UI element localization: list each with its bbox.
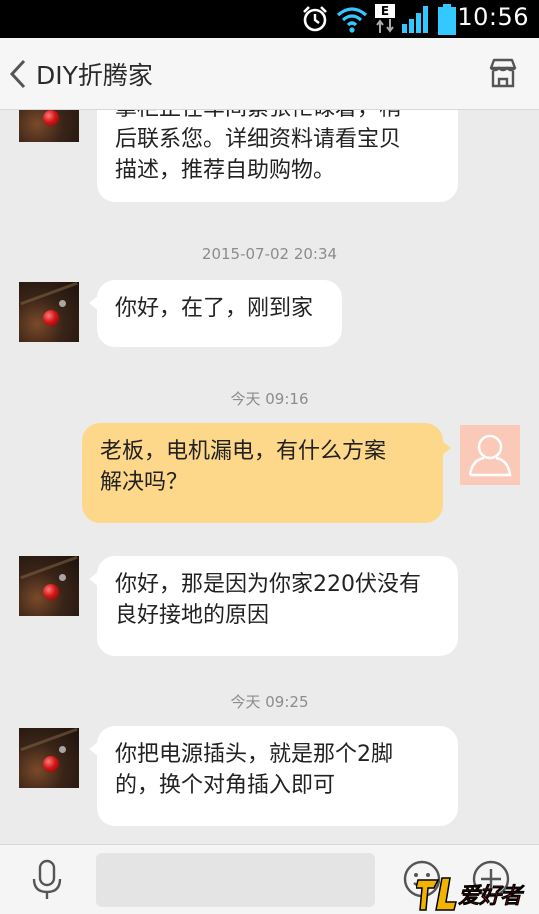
message-line: 你好，在了，刚到家 (115, 296, 314, 321)
back-button[interactable] (6, 58, 30, 90)
message-line: 良好接地的原因 (115, 603, 270, 628)
store-button[interactable] (487, 57, 519, 89)
status-bar: E 10:56 (0, 0, 539, 38)
shop-avatar[interactable] (19, 282, 79, 342)
battery-icon (438, 4, 456, 35)
message-line: 掌柜正在车间紧张忙碌着，稍 (115, 110, 440, 124)
message-line: 描述，推荐自助购物。 (115, 158, 336, 183)
mobile-data-icon: E (375, 4, 397, 34)
message-line: 的，换个对角插入即可 (115, 773, 336, 798)
chat-header: DIY折腾家 (0, 38, 539, 110)
message-line: 后联系您。详细资料请看宝贝 (115, 127, 402, 152)
message-line: 解决吗？ (100, 470, 189, 495)
alarm-icon (303, 6, 327, 32)
message-timestamp: 今天 09:16 (230, 390, 309, 408)
shop-avatar[interactable] (19, 728, 79, 788)
incoming-message[interactable]: 你把电源插头，就是那个2脚 的，换个对角插入即可 (89, 726, 458, 826)
incoming-message[interactable]: 你好，在了，刚到家 (89, 280, 342, 347)
message-timestamp: 2015-07-02 20:34 (201, 245, 338, 263)
message-line: 你好，那是因为你家220伏没有 (115, 572, 421, 597)
network-type-label: E (375, 4, 395, 18)
message-input[interactable] (96, 853, 375, 907)
user-silhouette-icon (468, 434, 512, 477)
message-timestamp: 今天 09:25 (230, 693, 309, 711)
outgoing-message[interactable]: 老板，电机漏电，有什么方案 解决吗？ (82, 423, 451, 523)
message-line: 老板，电机漏电，有什么方案 (100, 439, 387, 464)
chat-title: DIY折腾家 (36, 61, 153, 90)
signal-icon (402, 6, 428, 33)
status-time: 10:56 (457, 3, 529, 31)
watermark-text: 爱好者 (458, 884, 523, 910)
microphone-icon[interactable] (30, 859, 64, 901)
watermark-logo: 爱好者 (415, 872, 534, 912)
incoming-message[interactable]: 掌柜正在车间紧张忙碌着，稍 后联系您。详细资料请看宝贝 描述，推荐自助购物。 (97, 110, 458, 202)
user-avatar[interactable] (460, 425, 520, 485)
wifi-icon (336, 7, 368, 33)
incoming-message[interactable]: 你好，那是因为你家220伏没有 良好接地的原因 (89, 556, 458, 656)
message-line: 你把电源插头，就是那个2脚 (115, 742, 393, 767)
message-list[interactable]: 掌柜正在车间紧张忙碌着，稍 后联系您。详细资料请看宝贝 描述，推荐自助购物。 2… (0, 110, 539, 844)
shop-avatar[interactable] (19, 556, 79, 616)
shop-avatar[interactable] (19, 110, 79, 142)
